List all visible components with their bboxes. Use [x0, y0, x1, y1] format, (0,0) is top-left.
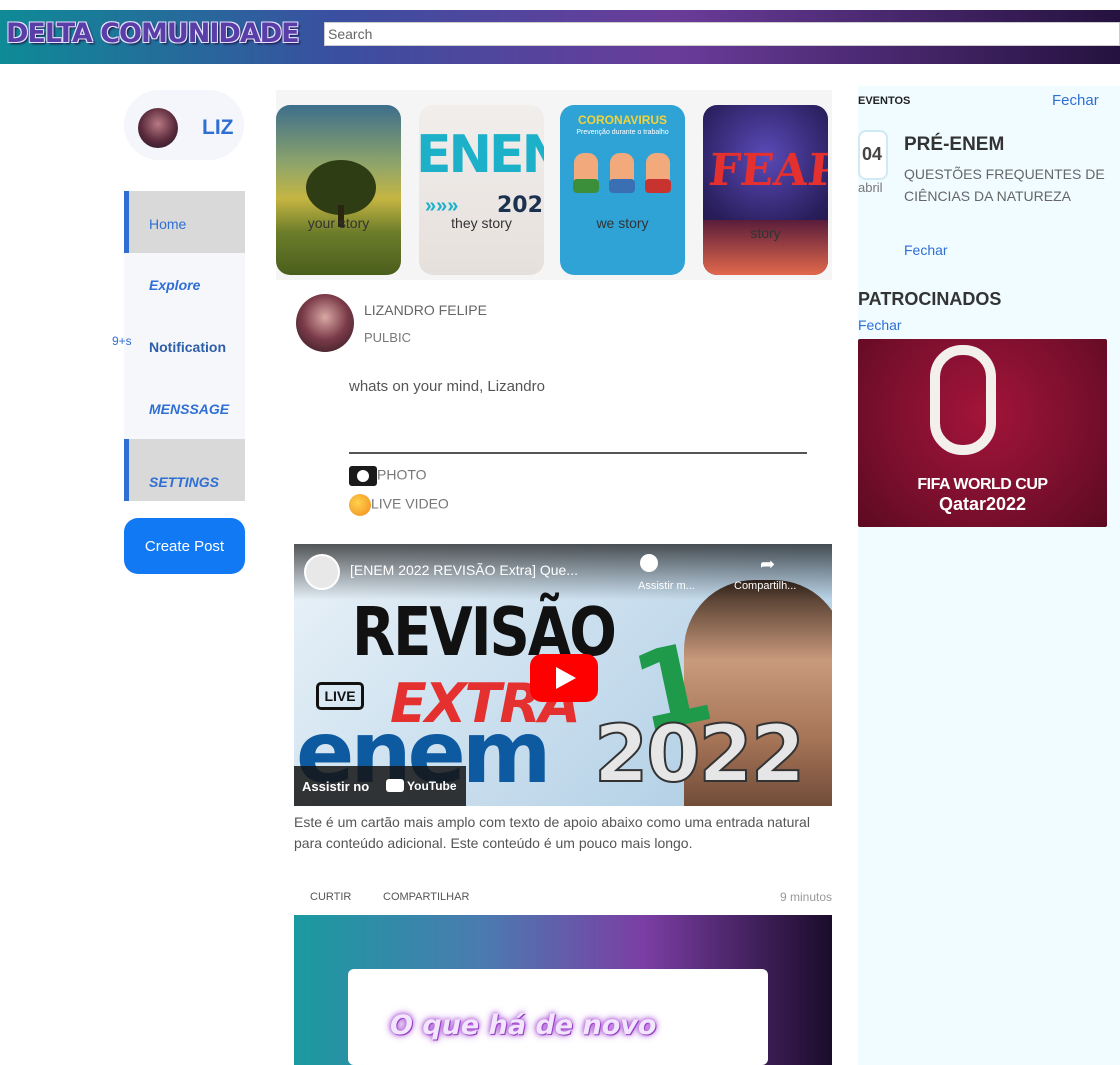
trophy-icon: [930, 345, 996, 455]
events-close-button[interactable]: Fechar: [1052, 92, 1099, 109]
story-card[interactable]: FEAPI story: [703, 105, 828, 275]
sidebar-item-label: MENSSAGE: [149, 401, 230, 417]
story-caption: story: [750, 225, 781, 241]
like-button[interactable]: CURTIR: [310, 891, 351, 903]
video-embed[interactable]: REVISÃO LIVE EXTRA 1 enem 2022 [ENEM 202…: [294, 544, 832, 806]
avatar[interactable]: [138, 108, 178, 148]
top-bar: DELTA COMUNIDADE: [0, 10, 1120, 64]
post-text: Este é um cartão mais amplo com texto de…: [294, 814, 810, 851]
event-name: PRÉ-ENEM: [904, 134, 1005, 155]
person-body: [573, 179, 599, 193]
person-body: [645, 179, 671, 193]
emoji-icon: [349, 494, 371, 516]
clock-icon[interactable]: [640, 554, 658, 572]
story-heading: CORONAVIRUS: [577, 113, 668, 127]
play-icon[interactable]: [530, 654, 598, 702]
event-month: abril: [858, 180, 883, 195]
video-year-text: 2022: [593, 710, 806, 800]
search-input[interactable]: [324, 22, 1120, 46]
sidebar-item-explore[interactable]: Explore: [124, 253, 245, 315]
sidebar-item-notification[interactable]: Notification: [124, 315, 245, 377]
sponsored-line2: Qatar2022: [938, 494, 1027, 514]
live-label: LIVE VIDEO: [371, 495, 449, 512]
story-subheading: Prevenção durante o trabalho: [576, 129, 669, 136]
sponsored-line1: FIFA WORLD CUP: [917, 476, 1048, 493]
person-body: [609, 179, 635, 193]
story-heading: FEAPI: [706, 145, 828, 196]
youtube-logo: YouTube: [386, 779, 457, 793]
event-date-box: 04: [858, 130, 888, 180]
share-button[interactable]: COMPARTILHAR: [383, 891, 469, 903]
profile-card[interactable]: LIZ: [124, 90, 244, 160]
brand-logo[interactable]: DELTA COMUNIDADE: [6, 18, 300, 49]
sidebar-item-label: Notification: [149, 339, 226, 355]
sidebar-nav: Home Explore Notification MENSSAGE SETTI…: [124, 191, 245, 501]
video-title[interactable]: [ENEM 2022 REVISÃO Extra] Que...: [350, 562, 578, 578]
sidebar-item-label: Home: [149, 216, 187, 232]
story-caption: we story: [596, 215, 649, 231]
photo-label: PHOTO: [377, 466, 427, 483]
sidebar-item-label: Explore: [149, 277, 201, 293]
visibility-label[interactable]: PULBIC: [364, 330, 411, 345]
post-actions: CURTIR COMPARTILHAR 9 minutos: [294, 886, 832, 910]
story-caption: your story: [307, 215, 370, 231]
composer-author: LIZANDRO FELIPE: [364, 302, 487, 318]
events-title: EVENTOS: [858, 95, 911, 107]
sidebar-item-home[interactable]: Home: [124, 191, 245, 253]
story-caption: they story: [451, 215, 512, 231]
notification-badge: 9+s: [112, 334, 132, 348]
divider: [349, 452, 807, 454]
event-close-button[interactable]: Fechar: [904, 242, 948, 258]
share-icon[interactable]: ➦: [760, 554, 775, 575]
stories-strip: your story ENEN »»» 202 they story CORON…: [276, 90, 832, 280]
profile-name[interactable]: LIZ: [202, 116, 234, 140]
live-video-button[interactable]: LIVE VIDEO: [349, 494, 449, 516]
story-card[interactable]: ENEN »»» 202 they story: [419, 105, 544, 275]
sidebar-item-message[interactable]: MENSSAGE: [124, 377, 245, 439]
story-enem-text: ENEN: [419, 125, 544, 185]
composer-input[interactable]: whats on your mind, Lizandro: [349, 378, 545, 395]
watch-later-label[interactable]: Assistir m...: [638, 580, 695, 592]
sponsored-title: PATROCINADOS: [858, 289, 1002, 309]
sidebar-item-label: SETTINGS: [149, 474, 220, 490]
event-description: QUESTÕES FREQUENTES DE CIÊNCIAS DA NATUR…: [904, 166, 1105, 204]
sponsored-close-button[interactable]: Fechar: [858, 317, 902, 333]
post-image-title: O que há de novo: [390, 1010, 657, 1041]
create-post-button[interactable]: Create Post: [124, 518, 245, 574]
story-card[interactable]: your story: [276, 105, 401, 275]
story-card[interactable]: CORONAVIRUS Prevenção durante o trabalho…: [560, 105, 685, 275]
right-column: [858, 86, 1120, 1065]
camera-icon: [349, 466, 377, 486]
sidebar-item-settings[interactable]: SETTINGS: [124, 439, 245, 501]
event-day: 04: [862, 144, 883, 164]
photo-button[interactable]: PHOTO: [349, 466, 427, 486]
share-video-label[interactable]: Compartilh...: [734, 580, 796, 592]
post-timestamp: 9 minutos: [779, 890, 832, 904]
channel-avatar[interactable]: [304, 554, 340, 590]
watch-on-youtube-button[interactable]: Assistir no YouTube: [294, 766, 466, 806]
avatar[interactable]: [296, 294, 354, 352]
watch-on-label: Assistir no: [302, 779, 370, 794]
